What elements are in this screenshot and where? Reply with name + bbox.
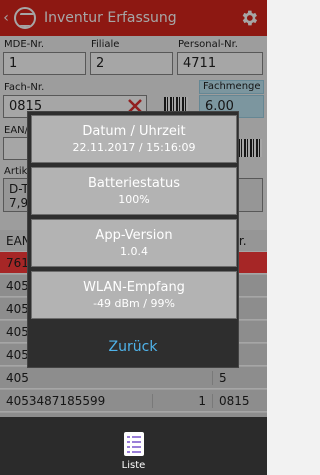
list-icon (123, 432, 144, 456)
version-title: App-Version (95, 228, 173, 243)
bottom-nav: Liste (0, 417, 267, 475)
batteriestatus-item: Batteriestatus 100% (31, 167, 237, 215)
zuruck-button[interactable]: Zurück (28, 326, 238, 368)
wlan-value: -49 dBm / 99% (93, 297, 175, 310)
app-version-item: App-Version 1.0.4 (31, 219, 237, 267)
version-value: 1.0.4 (120, 245, 148, 258)
wlan-title: WLAN-Empfang (83, 280, 185, 295)
datum-title: Datum / Uhrzeit (82, 124, 186, 139)
liste-button[interactable]: Liste (112, 421, 156, 475)
wlan-item: WLAN-Empfang -49 dBm / 99% (31, 271, 237, 319)
datum-value: 22.11.2017 / 15:16:09 (72, 141, 196, 154)
batterie-value: 100% (118, 193, 150, 206)
batterie-title: Batteriestatus (88, 176, 180, 191)
info-dialog: Datum / Uhrzeit 22.11.2017 / 15:16:09 Ba… (27, 111, 239, 368)
datum-uhrzeit-item: Datum / Uhrzeit 22.11.2017 / 15:16:09 (31, 115, 237, 163)
liste-label: Liste (121, 460, 146, 471)
